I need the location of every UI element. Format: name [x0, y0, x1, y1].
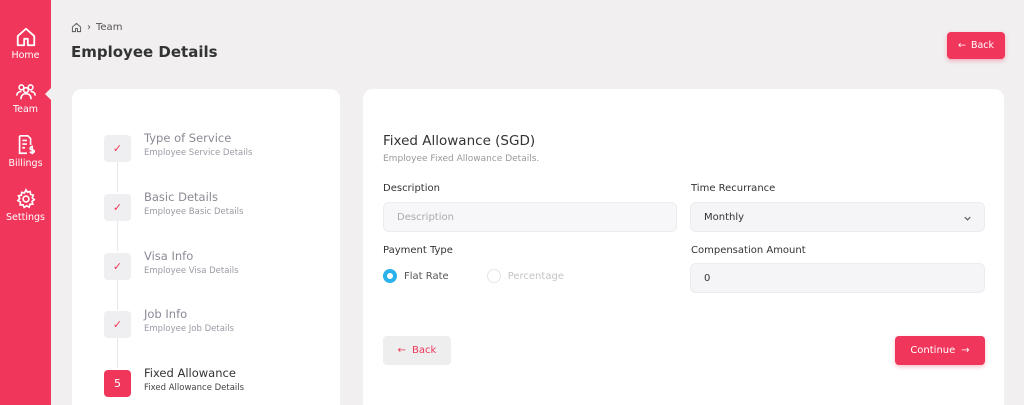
continue-button[interactable]: Continue →	[895, 336, 985, 365]
step-fixed-allowance[interactable]: 5 Fixed Allowance Fixed Allowance Detail…	[104, 366, 245, 397]
team-icon	[15, 84, 36, 100]
stepper-connector	[117, 338, 118, 368]
stepper-card: ✓ Type of Service Employee Service Detai…	[72, 89, 340, 405]
sidebar-item-label: Settings	[6, 212, 45, 223]
time-recurrence-label: Time Recurrance	[691, 183, 776, 194]
check-icon: ✓	[104, 253, 131, 280]
stepper-connector	[117, 162, 118, 192]
sidebar-item-billings[interactable]: Billings	[0, 134, 51, 169]
breadcrumb: › Team	[71, 22, 122, 33]
form-title: Fixed Allowance (SGD)	[383, 133, 536, 149]
step-subtitle: Employee Basic Details	[144, 207, 244, 217]
flat-rate-label[interactable]: Flat Rate	[404, 271, 449, 282]
step-subtitle: Employee Service Details	[144, 148, 253, 158]
breadcrumb-item-team[interactable]: Team	[96, 22, 122, 33]
description-input[interactable]: Description	[383, 202, 677, 232]
step-title: Job Info	[144, 307, 188, 321]
back-button-label: Back	[970, 40, 995, 51]
sidebar-item-settings[interactable]: Settings	[0, 188, 51, 223]
chevron-down-icon	[964, 216, 971, 221]
step-visa-info[interactable]: ✓ Visa Info Employee Visa Details	[104, 249, 239, 280]
compensation-amount-input[interactable]: 0	[690, 263, 985, 293]
check-icon: ✓	[104, 311, 131, 338]
sidebar-item-team[interactable]: Team	[0, 80, 51, 115]
step-title: Visa Info	[144, 249, 194, 263]
back-button[interactable]: ← Back	[947, 32, 1005, 59]
step-subtitle: Employee Visa Details	[144, 266, 239, 276]
form-back-button[interactable]: ← Back	[383, 336, 451, 365]
form-card: Fixed Allowance (SGD) Employee Fixed All…	[363, 89, 1004, 405]
arrow-left-icon: ←	[957, 40, 966, 51]
compensation-amount-label: Compensation Amount	[691, 245, 806, 256]
home-icon[interactable]	[71, 22, 82, 33]
sidebar-item-label: Billings	[8, 158, 43, 169]
page-title: Employee Details	[71, 43, 218, 61]
sidebar-item-label: Team	[12, 104, 39, 115]
stepper-connector	[117, 221, 118, 251]
time-recurrence-value: Monthly	[704, 211, 745, 223]
step-subtitle: Employee Job Details	[144, 324, 235, 334]
form-subtitle: Employee Fixed Allowance Details.	[383, 154, 540, 164]
time-recurrence-select[interactable]: Monthly	[690, 202, 985, 232]
sidebar-item-home[interactable]: Home	[0, 26, 51, 61]
continue-label: Continue	[910, 345, 956, 356]
step-title: Type of Service	[144, 131, 232, 145]
check-icon: ✓	[104, 194, 131, 221]
billings-icon	[18, 135, 35, 155]
arrow-left-icon: ←	[397, 345, 407, 356]
sidebar-item-label: Home	[11, 50, 40, 61]
payment-type-label: Payment Type	[383, 245, 453, 256]
flat-rate-radio[interactable]	[383, 269, 397, 283]
chevron-right-icon: ›	[87, 22, 91, 33]
step-title: Basic Details	[144, 190, 218, 204]
step-subtitle: Fixed Allowance Details	[144, 383, 245, 393]
percentage-radio[interactable]	[486, 269, 501, 283]
home-icon	[16, 27, 35, 47]
payment-type-group: Flat Rate Percentage	[383, 269, 564, 283]
step-number-badge: 5	[104, 370, 131, 397]
gear-icon	[16, 188, 36, 209]
step-type-of-service[interactable]: ✓ Type of Service Employee Service Detai…	[104, 131, 253, 162]
step-title: Fixed Allowance	[144, 366, 236, 380]
stepper-connector	[117, 280, 118, 310]
check-icon: ✓	[104, 135, 131, 162]
step-job-info[interactable]: ✓ Job Info Employee Job Details	[104, 307, 235, 338]
description-label: Description	[383, 183, 440, 194]
sidebar: Home Team Billings Settings	[0, 0, 51, 405]
form-back-label: Back	[412, 345, 437, 356]
arrow-right-icon: →	[961, 345, 970, 356]
percentage-label[interactable]: Percentage	[508, 271, 564, 282]
step-basic-details[interactable]: ✓ Basic Details Employee Basic Details	[104, 190, 244, 221]
